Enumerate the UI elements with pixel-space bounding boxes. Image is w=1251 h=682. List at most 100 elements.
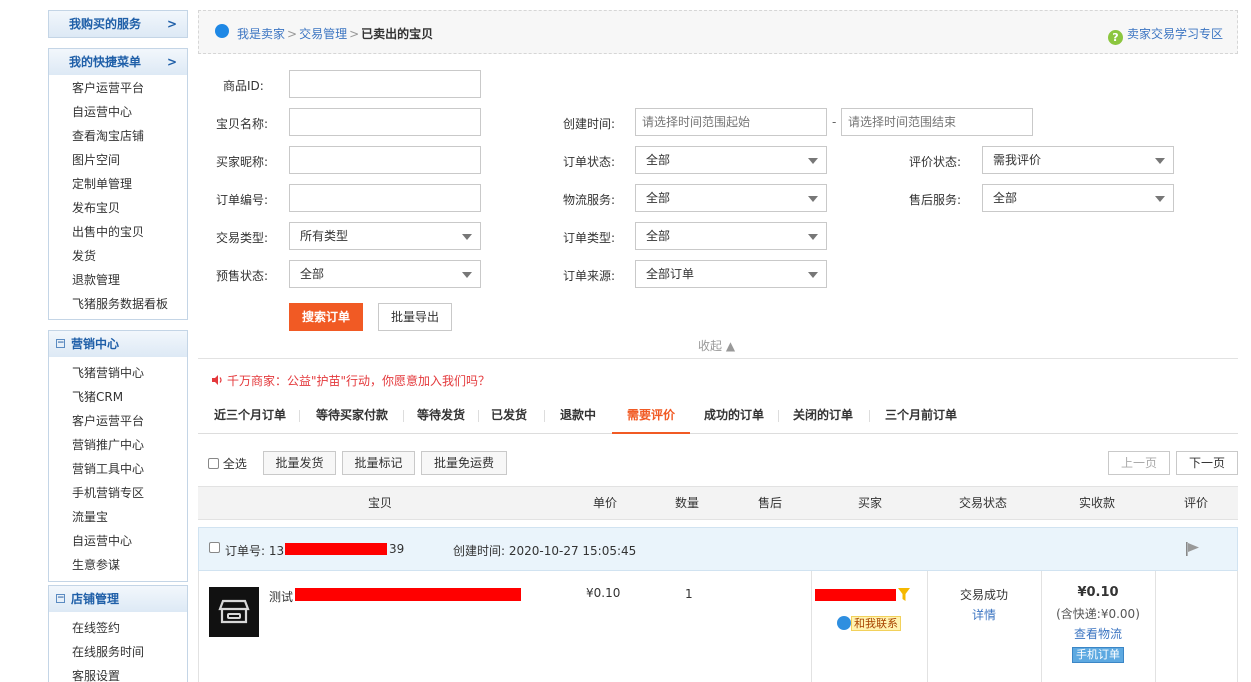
help-link[interactable]: ? 卖家交易学习专区 (1107, 25, 1223, 45)
chevron-right-icon[interactable]: > (167, 49, 177, 75)
collapse-toggle[interactable]: 收起 ▲ (698, 337, 735, 354)
table-header: 宝贝 单价 数量 售后 买家 交易状态 实收款 评价 (198, 486, 1238, 520)
tab-awaiting-payment[interactable]: 等待买家付款 (304, 398, 400, 434)
column-header-amount: 实收款 (1078, 496, 1115, 510)
store-icon (218, 599, 250, 624)
view-logistics-link[interactable]: 查看物流 (1041, 625, 1155, 642)
next-page-button[interactable]: 下一页 (1176, 451, 1238, 475)
order-number-suffix: 39 (389, 542, 405, 556)
presale-status-select[interactable]: 全部 (289, 260, 481, 288)
order-details-link[interactable]: 详情 (927, 606, 1041, 623)
sidebar-item[interactable]: 飞猪营销中心 (49, 361, 187, 385)
filter-icon[interactable] (898, 588, 910, 601)
sidebar-item[interactable]: 自运营中心 (49, 100, 187, 124)
product-id-input[interactable] (289, 70, 481, 98)
select-all-checkbox[interactable] (208, 458, 219, 469)
batch-export-button[interactable]: 批量导出 (378, 303, 452, 331)
purchased-services-title: 我购买的服务 (69, 17, 142, 31)
tab-older-orders[interactable]: 三个月前订单 (874, 398, 968, 434)
sidebar-item[interactable]: 自运营中心 (49, 529, 187, 553)
sidebar-item[interactable]: 生意参谋 (49, 553, 187, 577)
sidebar-box-quick-menu: 我的快捷菜单 > 客户运营平台 自运营中心 查看淘宝店铺 图片空间 定制单管理 … (48, 48, 188, 320)
store-management-header[interactable]: − 店铺管理 (49, 586, 187, 612)
sidebar-item[interactable]: 客服设置 (49, 664, 187, 682)
batch-mark-button[interactable]: 批量标记 (342, 451, 415, 475)
sidebar-item[interactable]: 客户运营平台 (49, 76, 187, 100)
breadcrumb: 我是卖家 > 交易管理 > 已卖出的宝贝 (237, 25, 433, 42)
sidebar: 我购买的服务 > 我的快捷菜单 > 客户运营平台 自运营中心 查看淘宝店铺 图片… (48, 0, 188, 682)
item-name-input[interactable] (289, 108, 481, 136)
column-divider (811, 571, 812, 682)
aftersale-label: 售后服务: (909, 193, 962, 207)
aftersale-select[interactable]: 全部 (982, 184, 1174, 212)
batch-free-shipping-button[interactable]: 批量免运费 (421, 451, 507, 475)
tab-divider (478, 410, 479, 422)
logistics-select[interactable]: 全部 (635, 184, 827, 212)
contact-me-button[interactable]: 和我联系 (837, 615, 901, 631)
sidebar-item[interactable]: 图片空间 (49, 148, 187, 172)
review-status-select[interactable]: 需我评价 (982, 146, 1174, 174)
breadcrumb-link-trade-management[interactable]: 交易管理 (299, 27, 347, 41)
tab-awaiting-shipment[interactable]: 等待发货 (408, 398, 474, 434)
tab-needs-review[interactable]: 需要评价 (612, 398, 690, 434)
sidebar-item[interactable]: 在线服务时间 (49, 640, 187, 664)
contact-me-label: 和我联系 (851, 616, 901, 631)
order-checkbox[interactable] (209, 542, 220, 553)
order-status-select[interactable]: 全部 (635, 146, 827, 174)
sidebar-item[interactable]: 出售中的宝贝 (49, 220, 187, 244)
order-number-prefix: 订单号: 13 (225, 544, 285, 558)
buyer-nickname-input[interactable] (289, 146, 481, 174)
divider (198, 358, 1238, 359)
sidebar-item[interactable]: 定制单管理 (49, 172, 187, 196)
created-time-dash: - (832, 115, 837, 129)
quick-menu-title: 我的快捷菜单 (69, 55, 142, 69)
flag-icon[interactable] (1185, 541, 1201, 557)
tab-shipped[interactable]: 已发货 (483, 398, 535, 434)
purchased-services-header[interactable]: 我购买的服务 > (49, 11, 187, 37)
order-source-select[interactable]: 全部订单 (635, 260, 827, 288)
sidebar-item[interactable]: 发布宝贝 (49, 196, 187, 220)
tab-closed-orders[interactable]: 关闭的订单 (783, 398, 863, 434)
product-title-prefix[interactable]: 测试 (269, 588, 293, 605)
trade-type-label: 交易类型: (216, 231, 269, 245)
sidebar-box-store-management: − 店铺管理 在线签约 在线服务时间 客服设置 (48, 585, 188, 682)
amount-received: ¥0.10 (1077, 585, 1119, 600)
batch-ship-button[interactable]: 批量发货 (263, 451, 336, 475)
sidebar-item[interactable]: 查看淘宝店铺 (49, 124, 187, 148)
caret-down-icon (462, 234, 472, 240)
chevron-right-icon[interactable]: > (167, 11, 177, 37)
select-all[interactable]: 全选 (208, 455, 247, 472)
prev-page-button[interactable]: 上一页 (1108, 451, 1170, 475)
sidebar-item[interactable]: 飞猪CRM (49, 385, 187, 409)
sidebar-item[interactable]: 飞猪服务数据看板 (49, 292, 187, 316)
order-type-select[interactable]: 全部 (635, 222, 827, 250)
sidebar-item[interactable]: 营销推广中心 (49, 433, 187, 457)
sidebar-item[interactable]: 退款管理 (49, 268, 187, 292)
created-time-end-input[interactable] (841, 108, 1033, 136)
notice-banner[interactable]: 千万商家：公益"护苗"行动，你愿意加入我们吗？ (211, 372, 490, 389)
collapse-icon[interactable]: − (56, 594, 65, 603)
sidebar-item[interactable]: 流量宝 (49, 505, 187, 529)
caret-down-icon (808, 272, 818, 278)
order-type-value: 全部 (646, 229, 671, 243)
search-orders-button[interactable]: 搜索订单 (289, 303, 363, 331)
quick-menu-header[interactable]: 我的快捷菜单 > (49, 49, 187, 75)
breadcrumb-bar: 我是卖家 > 交易管理 > 已卖出的宝贝 ? 卖家交易学习专区 (198, 10, 1238, 54)
tab-recent-three-months[interactable]: 近三个月订单 (204, 398, 296, 434)
trade-type-select[interactable]: 所有类型 (289, 222, 481, 250)
sidebar-item[interactable]: 发货 (49, 244, 187, 268)
tab-successful-orders[interactable]: 成功的订单 (694, 398, 774, 434)
breadcrumb-link-seller[interactable]: 我是卖家 (237, 27, 285, 41)
order-number-input[interactable] (289, 184, 481, 212)
marketing-header[interactable]: − 营销中心 (49, 331, 187, 357)
logistics-label: 物流服务: (563, 193, 616, 207)
sidebar-item[interactable]: 客户运营平台 (49, 409, 187, 433)
sidebar-item[interactable]: 营销工具中心 (49, 457, 187, 481)
created-time-start-input[interactable] (635, 108, 827, 136)
sidebar-item[interactable]: 手机营销专区 (49, 481, 187, 505)
page-title: 已卖出的宝贝 (361, 27, 434, 41)
collapse-icon[interactable]: − (56, 339, 65, 348)
sidebar-item[interactable]: 在线签约 (49, 616, 187, 640)
product-thumbnail[interactable] (209, 587, 259, 637)
tab-refunding[interactable]: 退款中 (549, 398, 607, 434)
